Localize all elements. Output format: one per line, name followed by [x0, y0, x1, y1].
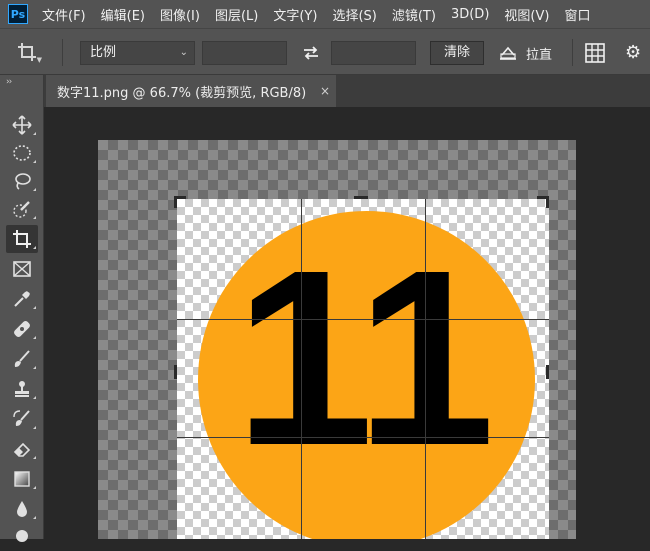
crop-preview[interactable]: 11 — [177, 199, 549, 539]
gradient-icon — [14, 471, 30, 487]
clear-button[interactable]: 清除 — [430, 41, 484, 65]
options-bar: ▼ 比例 ⌄ 清除 拉直 ⚙ — [0, 28, 650, 75]
lasso-tool[interactable] — [6, 167, 38, 195]
straighten-button[interactable]: 拉直 — [498, 41, 564, 65]
gear-icon[interactable]: ⚙ — [625, 43, 645, 63]
crop-grid-line — [425, 199, 426, 539]
frame-tool[interactable] — [6, 255, 38, 283]
document-tab-title: 数字11.png @ 66.7% (裁剪预览, RGB/8) — [57, 85, 307, 101]
history-brush-icon — [13, 410, 30, 426]
menu-select[interactable]: 选择(S) — [332, 5, 376, 24]
app-logo: Ps — [8, 4, 28, 24]
dodge-tool[interactable] — [6, 523, 38, 551]
clone-stamp-icon — [15, 381, 29, 397]
crop-grid-line — [177, 319, 549, 320]
crop-handle-top-right[interactable] — [546, 196, 549, 208]
frame-icon — [13, 261, 31, 277]
document-tab-bar: 数字11.png @ 66.7% (裁剪预览, RGB/8) × — [44, 75, 650, 107]
ratio-select[interactable]: 比例 ⌄ — [80, 41, 195, 65]
swap-icon — [304, 46, 318, 60]
quick-select-tool[interactable] — [6, 195, 38, 223]
history-brush-tool[interactable] — [6, 405, 38, 433]
tool-preset-picker[interactable]: ▼ — [14, 39, 42, 65]
image-number: 11 — [234, 218, 495, 497]
ratio-select-value: 比例 — [90, 45, 117, 60]
crop-grid-line — [177, 437, 549, 438]
brush-tool[interactable] — [6, 345, 38, 373]
crop-handle-top-left[interactable] — [174, 196, 177, 208]
menu-filter[interactable]: 滤镜(T) — [392, 5, 436, 24]
blur-icon — [17, 501, 27, 517]
divider — [572, 39, 573, 66]
dodge-icon — [16, 530, 28, 542]
move-icon — [12, 115, 32, 135]
grid-overlay-icon — [585, 43, 605, 63]
collapse-toggle[interactable]: ›› — [6, 77, 12, 87]
marquee-icon — [13, 145, 31, 161]
tools-panel: ›› — [0, 75, 44, 542]
straighten-icon — [500, 46, 516, 60]
crop-handle-left[interactable] — [174, 365, 177, 379]
chevron-down-icon: ⌄ — [179, 47, 188, 58]
close-icon[interactable]: × — [320, 75, 330, 107]
healing-brush-tool[interactable] — [6, 315, 38, 343]
divider — [62, 39, 63, 66]
chevron-down-icon: ▼ — [36, 56, 42, 64]
menu-edit[interactable]: 编辑(E) — [101, 5, 145, 24]
clone-stamp-tool[interactable] — [6, 375, 38, 403]
eyedropper-icon — [14, 291, 30, 307]
crop-icon — [13, 230, 31, 248]
straighten-label: 拉直 — [526, 47, 553, 63]
menu-type[interactable]: 文字(Y) — [273, 5, 317, 24]
eyedropper-tool[interactable] — [6, 285, 38, 313]
brush-icon — [14, 350, 30, 367]
lasso-icon — [15, 173, 31, 190]
crop-handle-right[interactable] — [546, 365, 549, 379]
menu-layer[interactable]: 图层(L) — [215, 5, 258, 24]
swap-button[interactable] — [300, 41, 322, 65]
overlay-options-button[interactable] — [584, 42, 606, 64]
menu-bar: Ps 文件(F) 编辑(E) 图像(I) 图层(L) 文字(Y) 选择(S) 滤… — [0, 0, 650, 28]
crop-grid-line — [301, 199, 302, 539]
ratio-width-input[interactable] — [202, 41, 287, 65]
menu-3d[interactable]: 3D(D) — [451, 7, 489, 22]
eraser-tool[interactable] — [6, 435, 38, 463]
healing-brush-icon — [14, 321, 30, 337]
menu-window[interactable]: 窗口 — [564, 5, 590, 24]
menu-image[interactable]: 图像(I) — [160, 5, 200, 24]
gradient-tool[interactable] — [6, 465, 38, 493]
eraser-icon — [13, 442, 31, 457]
crop-handle-top[interactable] — [354, 196, 368, 199]
crop-icon — [18, 43, 36, 61]
move-tool[interactable] — [6, 111, 38, 139]
crop-tool[interactable] — [6, 225, 38, 253]
canvas-workspace[interactable]: 11 — [44, 107, 650, 539]
quick-select-icon — [13, 201, 30, 218]
document-tab[interactable]: 数字11.png @ 66.7% (裁剪预览, RGB/8) × — [46, 75, 336, 107]
ratio-height-input[interactable] — [331, 41, 416, 65]
marquee-tool[interactable] — [6, 139, 38, 167]
blur-tool[interactable] — [6, 495, 38, 523]
menu-file[interactable]: 文件(F) — [42, 5, 86, 24]
menu-view[interactable]: 视图(V) — [504, 5, 549, 24]
